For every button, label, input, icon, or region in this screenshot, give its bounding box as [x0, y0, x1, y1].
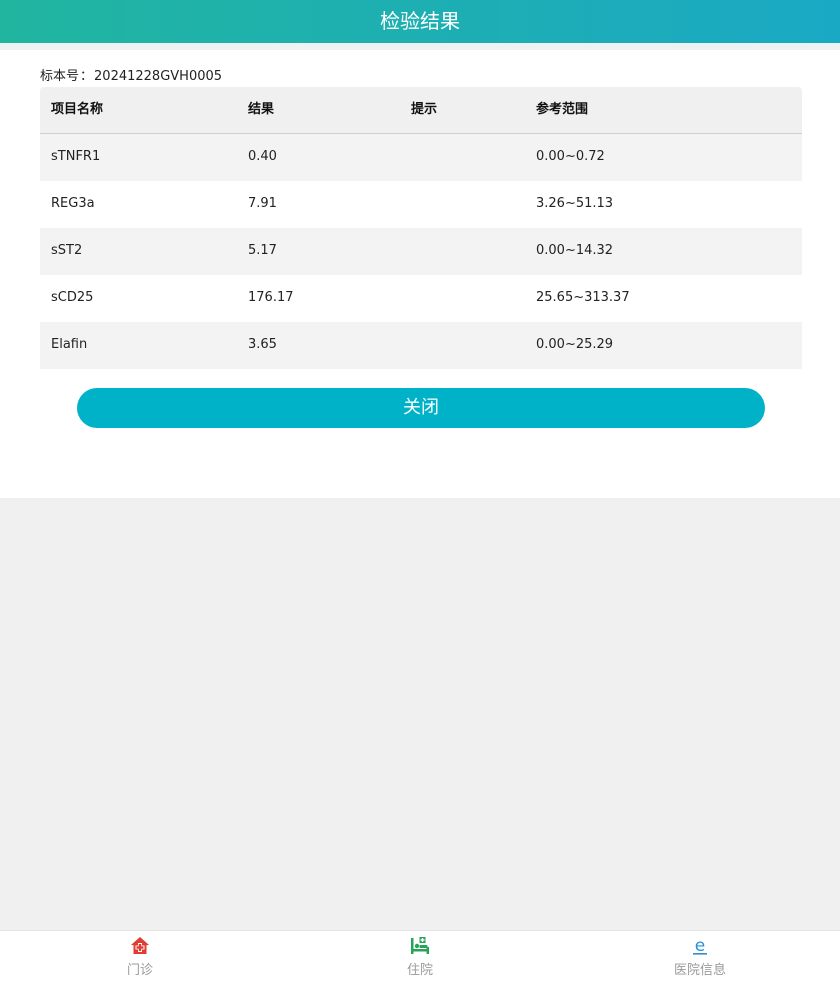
cell-reference-range: 3.26~51.13 [536, 196, 614, 211]
cell-result: 0.40 [248, 149, 277, 164]
cell-reference-range: 0.00~14.32 [536, 243, 614, 258]
cell-result: 176.17 [248, 290, 294, 305]
header-bar: 检验结果 [0, 0, 840, 43]
clinic-house-icon [131, 937, 149, 954]
tab-label: 住院 [406, 963, 433, 978]
specimen-number: 标本号：20241228GVH0005 [40, 65, 222, 84]
table-row: REG3a 7.91 3.26~51.13 [40, 181, 802, 228]
cell-result: 3.65 [248, 337, 277, 352]
tab-hospital-info[interactable]: e 医院信息 [560, 931, 840, 984]
bottom-tab-bar: 门诊 住院 e 医院信息 [0, 930, 840, 984]
column-header-result: 结果 [248, 102, 275, 117]
column-header-hint: 提示 [411, 102, 438, 117]
table-header: 项目名称 结果 提示 参考范围 [40, 87, 802, 134]
column-header-item-name: 项目名称 [51, 102, 104, 117]
tab-label: 医院信息 [673, 963, 726, 978]
cell-item-name: sCD25 [51, 290, 94, 305]
header-divider [0, 43, 840, 50]
specimen-value: 20241228GVH0005 [94, 69, 223, 84]
close-button[interactable]: 关闭 [77, 388, 765, 428]
table-row: Elafin 3.65 0.00~25.29 [40, 322, 802, 369]
cell-item-name: sST2 [51, 243, 83, 258]
specimen-separator: ： [80, 69, 94, 84]
column-header-reference-range: 参考范围 [536, 102, 589, 117]
page-title: 检验结果 [380, 9, 460, 33]
cell-item-name: sTNFR1 [51, 149, 101, 164]
tab-clinic[interactable]: 门诊 [0, 931, 280, 984]
cell-reference-range: 25.65~313.37 [536, 290, 630, 305]
table-row: sST2 5.17 0.00~14.32 [40, 228, 802, 275]
result-table: 项目名称 结果 提示 参考范围 sTNFR1 0.40 0.00~0.72 RE… [40, 87, 802, 369]
cell-reference-range: 0.00~25.29 [536, 337, 614, 352]
cell-item-name: REG3a [51, 196, 95, 211]
cell-reference-range: 0.00~0.72 [536, 149, 605, 164]
specimen-label: 标本号 [40, 69, 80, 84]
tab-inpatient[interactable]: 住院 [280, 931, 560, 984]
hospital-info-e-icon: e [693, 936, 707, 956]
table-row: sCD25 176.17 25.65~313.37 [40, 275, 802, 322]
cell-item-name: Elafin [51, 337, 88, 352]
result-panel: 标本号：20241228GVH0005 项目名称 结果 提示 参考范围 sTNF… [0, 50, 840, 498]
cell-result: 5.17 [248, 243, 277, 258]
hospital-bed-icon [411, 937, 429, 954]
table-row: sTNFR1 0.40 0.00~0.72 [40, 134, 802, 181]
tab-label: 门诊 [126, 963, 153, 978]
cell-result: 7.91 [248, 196, 277, 211]
